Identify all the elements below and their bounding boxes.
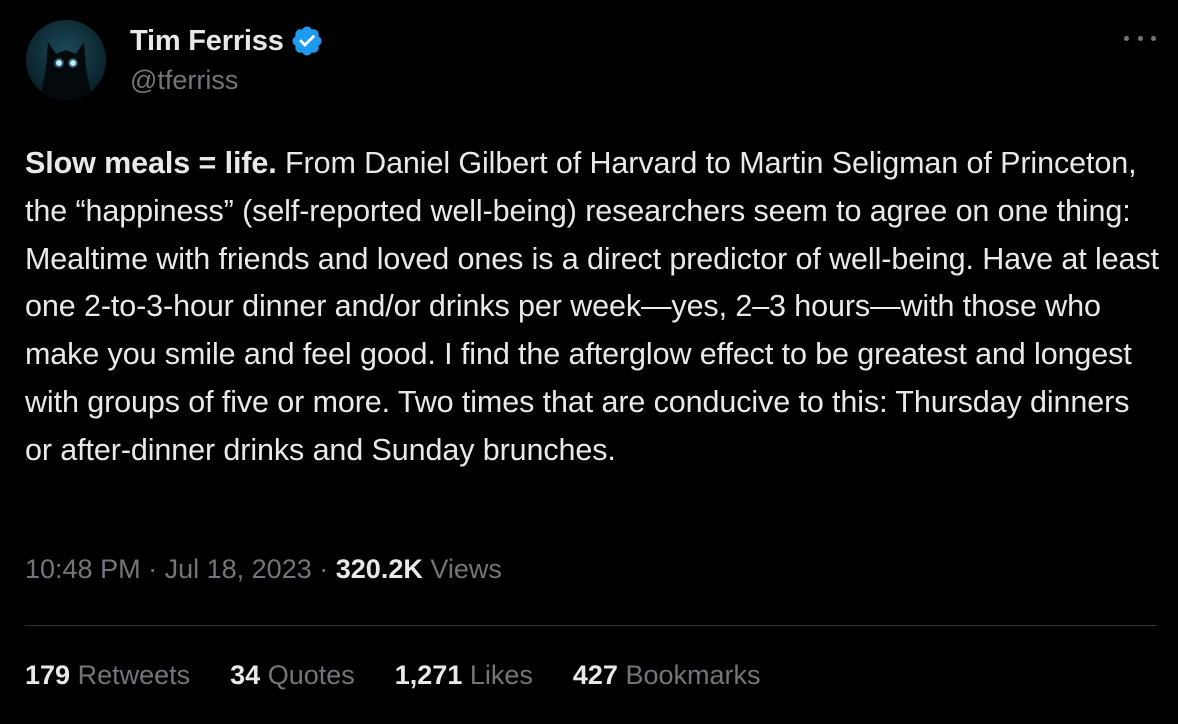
- views-count: 320.2K: [335, 554, 423, 584]
- likes-count: 1,271: [394, 660, 463, 690]
- engagement-stats: 179 Retweets 34 Quotes 1,271 Likes 427 B…: [25, 660, 801, 691]
- more-dot: [1137, 35, 1143, 41]
- tweet-card: Tim Ferriss @tferriss Slow meals = life.…: [0, 0, 1178, 724]
- more-dot: [1151, 35, 1156, 41]
- author-handle[interactable]: @tferriss: [130, 65, 324, 96]
- tweet-text: Slow meals = life. From Daniel Gilbert o…: [25, 140, 1160, 475]
- more-dot: [1124, 35, 1129, 41]
- quotes-stat[interactable]: 34 Quotes: [230, 660, 355, 691]
- meta-separator: ·: [319, 554, 329, 584]
- views-label: Views: [430, 554, 502, 584]
- quotes-count: 34: [230, 660, 261, 690]
- name-row: Tim Ferriss: [130, 22, 324, 60]
- tweet-body: From Daniel Gilbert of Harvard to Martin…: [25, 146, 1159, 467]
- bookmarks-count: 427: [572, 660, 618, 690]
- meta-separator: ·: [148, 554, 158, 584]
- retweets-stat[interactable]: 179 Retweets: [25, 660, 190, 691]
- likes-stat[interactable]: 1,271 Likes: [395, 660, 533, 691]
- retweets-label: Retweets: [77, 660, 191, 690]
- more-options-icon[interactable]: [1124, 28, 1156, 48]
- verified-badge-icon[interactable]: [290, 24, 324, 58]
- tweet-meta: 10:48 PM · Jul 18, 2023 · 320.2K Views: [25, 554, 502, 585]
- tweet-date[interactable]: Jul 18, 2023: [165, 554, 312, 584]
- tweet-bold-lead: Slow meals = life.: [25, 146, 277, 180]
- retweets-count: 179: [25, 660, 71, 690]
- bookmarks-stat[interactable]: 427 Bookmarks: [573, 660, 761, 691]
- author-display-name[interactable]: Tim Ferriss: [130, 25, 284, 58]
- avatar-wolf-image: [26, 20, 106, 100]
- avatar[interactable]: [26, 20, 106, 100]
- tweet-time[interactable]: 10:48 PM: [25, 554, 141, 584]
- bookmarks-label: Bookmarks: [625, 660, 761, 690]
- author-block: Tim Ferriss @tferriss: [130, 22, 324, 96]
- divider: [25, 625, 1157, 626]
- quotes-label: Quotes: [267, 660, 355, 690]
- likes-label: Likes: [469, 660, 533, 690]
